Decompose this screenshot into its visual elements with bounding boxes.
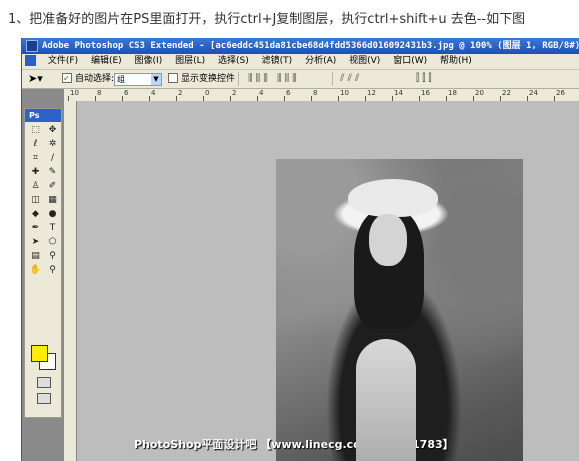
crop-tool-icon[interactable]: ⌗	[28, 152, 43, 165]
chevron-down-icon: ▼	[151, 74, 161, 85]
photo-face	[369, 214, 407, 266]
history-brush-icon[interactable]: ✐	[45, 180, 60, 193]
divider	[332, 72, 333, 86]
ruler-tick-label: 18	[448, 89, 457, 97]
screen-mode-button[interactable]	[37, 393, 51, 404]
toolbox-header: Ps	[25, 109, 61, 122]
show-transform-label: 显示变换控件	[181, 74, 236, 84]
ruler-tick-label: 22	[502, 89, 511, 97]
eraser-tool-icon[interactable]: ◫	[28, 194, 43, 207]
ruler-tick-label: 26	[556, 89, 565, 97]
notes-tool-icon[interactable]: ▤	[28, 250, 43, 263]
options-bar: ➤▾ 自动选择: 组▼ 显示变换控件 ⫼⫼⫼ ⫼⫼⫼ ⫽⫽⫽ ⫿⫿⫿	[22, 70, 579, 89]
ruler-tick-label: 2	[178, 89, 183, 97]
menu-bar: 文件(F) 编辑(E) 图像(I) 图层(L) 选择(S) 滤镜(T) 分析(A…	[22, 54, 579, 70]
slice-tool-icon[interactable]: ∕	[45, 152, 60, 165]
menu-window[interactable]: 窗口(W)	[388, 54, 432, 69]
zoom-tool-icon[interactable]: ⚲	[45, 264, 60, 277]
magic-wand-icon[interactable]: ✲	[45, 138, 60, 151]
menu-analysis[interactable]: 分析(A)	[300, 54, 341, 69]
photoshop-icon	[26, 39, 38, 52]
menu-file[interactable]: 文件(F)	[43, 54, 83, 69]
ruler-tick-label: 12	[367, 89, 376, 97]
dodge-tool-icon[interactable]: ●	[45, 208, 60, 221]
menu-edit[interactable]: 编辑(E)	[86, 54, 127, 69]
move-tool-icon[interactable]: ✥	[45, 124, 60, 137]
ruler-tick-label: 8	[97, 89, 102, 97]
quick-mask-button[interactable]	[37, 377, 51, 388]
move-tool-icon[interactable]: ➤▾	[28, 70, 43, 88]
window-title: Adobe Photoshop CS3 Extended - [ac6eddc4…	[42, 41, 579, 51]
show-transform-option[interactable]: 显示变换控件	[168, 70, 235, 88]
brush-tool-icon[interactable]: ✎	[45, 166, 60, 179]
menu-view[interactable]: 视图(V)	[344, 54, 385, 69]
auto-select-option[interactable]: 自动选择:	[62, 70, 114, 88]
marquee-tool-icon[interactable]: ⬚	[28, 124, 43, 137]
title-bar: Adobe Photoshop CS3 Extended - [ac6eddc4…	[22, 38, 579, 54]
ruler-tick-label: 16	[421, 89, 430, 97]
auto-select-value: 组	[117, 75, 125, 84]
align-buttons[interactable]: ⫼⫼⫼ ⫼⫼⫼	[248, 70, 300, 88]
auto-select-dropdown[interactable]: 组 ▼	[114, 73, 162, 86]
eyedropper-icon[interactable]: ⚲	[45, 250, 60, 263]
ruler-tick-label: 6	[124, 89, 129, 97]
document-canvas[interactable]	[77, 101, 579, 461]
page-caption: 1、把准备好的图片在PS里面打开，执行ctrl+J复制图层，执行ctrl+shi…	[8, 12, 526, 27]
ruler-tick-label: 20	[475, 89, 484, 97]
menu-select[interactable]: 选择(S)	[213, 54, 254, 69]
ruler-tick-label: 10	[70, 89, 79, 97]
photo-hat	[348, 179, 438, 217]
vertical-ruler	[64, 101, 77, 461]
ruler-tick-label: 14	[394, 89, 403, 97]
menu-filter[interactable]: 滤镜(T)	[257, 54, 298, 69]
photo-dress	[356, 339, 416, 461]
foreground-color-swatch[interactable]	[31, 345, 48, 362]
menu-layer[interactable]: 图层(L)	[170, 54, 210, 69]
healing-brush-icon[interactable]: ✚	[28, 166, 43, 179]
ruler-tick-label: 4	[259, 89, 264, 97]
ruler-tick-label: 4	[151, 89, 156, 97]
menu-image[interactable]: 图像(I)	[130, 54, 168, 69]
path-select-icon[interactable]: ➤	[28, 236, 43, 249]
distribute-buttons[interactable]: ⫽⫽⫽	[340, 70, 362, 88]
show-transform-checkbox[interactable]	[168, 72, 178, 83]
shape-tool-icon[interactable]: ⬠	[45, 236, 60, 249]
distribute-buttons-2[interactable]: ⫿⫿⫿	[416, 70, 435, 88]
ruler-tick-label: 8	[313, 89, 318, 97]
photoshop-window: Adobe Photoshop CS3 Extended - [ac6eddc4…	[21, 38, 579, 461]
hand-tool-icon[interactable]: ✋	[28, 264, 43, 277]
gradient-tool-icon[interactable]: ▦	[45, 194, 60, 207]
document-image[interactable]	[276, 159, 523, 461]
pen-tool-icon[interactable]: ✒	[28, 222, 43, 235]
divider	[238, 72, 239, 86]
auto-select-label: 自动选择:	[75, 74, 115, 84]
auto-select-checkbox[interactable]	[62, 70, 72, 88]
ruler-tick-label: 2	[232, 89, 237, 97]
app-menu-icon[interactable]	[25, 55, 36, 66]
blur-tool-icon[interactable]: ◆	[28, 208, 43, 221]
menu-help[interactable]: 帮助(H)	[435, 54, 477, 69]
ruler-tick-label: 10	[340, 89, 349, 97]
ruler-tick-label: 24	[529, 89, 538, 97]
ruler-tick-label: 6	[286, 89, 291, 97]
lasso-tool-icon[interactable]: ℓ	[28, 138, 43, 151]
toolbox-panel: Ps ⬚ ✥ ℓ ✲ ⌗ ∕ ✚ ✎ ♙ ✐ ◫ ▦ ◆ ● ✒ T ➤ ⬠ ▤…	[24, 108, 62, 418]
clone-stamp-icon[interactable]: ♙	[28, 180, 43, 193]
ruler-tick-label: 0	[205, 89, 210, 97]
type-tool-icon[interactable]: T	[45, 222, 60, 235]
